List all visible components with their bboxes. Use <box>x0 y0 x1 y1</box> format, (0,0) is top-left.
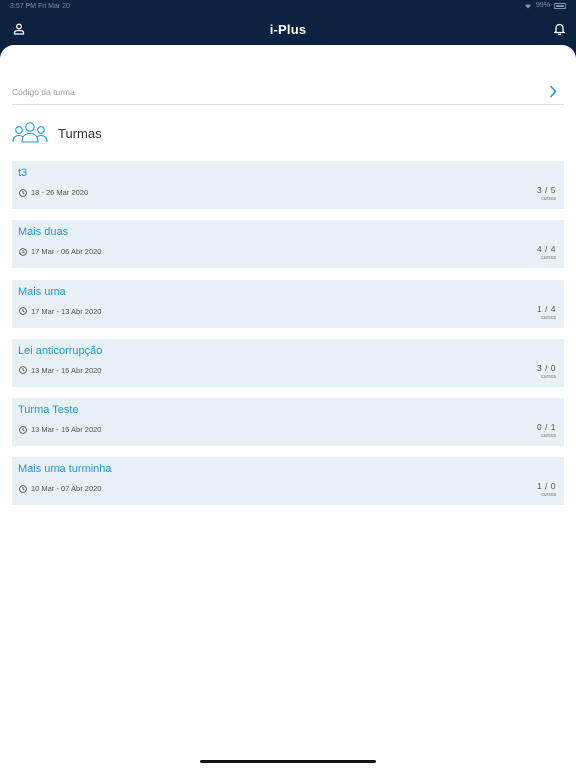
class-dates: 10 Mar - 07 Abr 2020 <box>19 484 101 493</box>
class-course-count: 0 / 1 <box>536 422 556 433</box>
submit-code-button[interactable] <box>546 83 560 99</box>
section-title: Turmas <box>58 125 102 141</box>
chevron-right-icon <box>549 84 557 98</box>
status-date: Fri Mar 20 <box>38 3 70 10</box>
notifications-button[interactable] <box>552 22 566 36</box>
class-dates-text: 17 Mar - 06 Abr 2020 <box>31 247 102 257</box>
class-dates: 17 Mar - 06 Abr 2020 <box>19 247 101 256</box>
class-dates: 17 Mar - 13 Abr 2020 <box>19 307 101 316</box>
class-course-count: 3 / 0 <box>536 362 556 373</box>
class-course-unit: cursos <box>541 433 556 440</box>
class-course-unit: cursos <box>541 255 556 262</box>
class-card[interactable]: t3 18 - 26 Mar 2020 3 / 5 cursos <box>12 161 564 209</box>
clock-icon <box>19 366 27 375</box>
class-card[interactable]: Turma Teste 13 Mar - 15 Abr 2020 0 / 1 c… <box>12 398 564 447</box>
class-course-unit: cursos <box>541 373 556 380</box>
class-card[interactable]: Mais duas 17 Mar - 06 Abr 2020 4 / 4 cur… <box>12 220 564 269</box>
wifi-icon <box>524 3 531 9</box>
class-name: Mais uma turminha <box>18 463 112 476</box>
clock-icon <box>19 307 27 315</box>
class-list: t3 18 - 26 Mar 2020 3 / 5 cursos Mais du… <box>12 161 564 517</box>
group-icon <box>12 122 48 143</box>
class-name: t3 <box>18 167 28 179</box>
class-course-count: 1 / 0 <box>536 481 556 492</box>
status-time-date: 3:57 PM Fri Mar 20 <box>10 3 70 10</box>
status-bar: 3:57 PM Fri Mar 20 99% <box>0 0 576 14</box>
class-course-count: 3 / 5 <box>536 185 556 195</box>
app-title: i-Plus <box>269 22 307 37</box>
battery-icon <box>554 2 566 9</box>
class-dates-text: 13 Mar - 15 Abr 2020 <box>31 365 102 375</box>
class-code-row <box>12 83 564 105</box>
class-name: Lei anticorrupção <box>18 344 103 357</box>
home-indicator[interactable] <box>200 760 376 763</box>
class-dates-text: 17 Mar - 13 Abr 2020 <box>31 306 102 316</box>
class-card[interactable]: Mais uma turminha 10 Mar - 07 Abr 2020 1… <box>12 457 564 506</box>
class-name: Turma Teste <box>18 404 79 417</box>
class-dates: 13 Mar - 15 Abr 2020 <box>19 425 101 434</box>
class-course-unit: cursos <box>541 314 556 321</box>
clock-icon <box>19 247 27 256</box>
class-card[interactable]: Mais uma 17 Mar - 13 Abr 2020 1 / 4 curs… <box>12 279 564 328</box>
class-course-count: 1 / 4 <box>536 303 556 314</box>
status-indicators: 99% <box>524 2 566 9</box>
class-dates: 18 - 26 Mar 2020 <box>19 188 88 197</box>
class-card[interactable]: Lei anticorrupção 13 Mar - 15 Abr 2020 3… <box>12 338 564 387</box>
section-header: Turmas <box>12 121 102 145</box>
nav-bar: i-Plus <box>0 14 576 48</box>
class-course-unit: cursos <box>541 492 556 499</box>
class-name: Mais duas <box>18 226 69 239</box>
class-course-count: 4 / 4 <box>536 244 556 255</box>
content-sheet: Turmas t3 18 - 26 Mar 2020 3 / 5 cursos … <box>0 45 576 768</box>
clock-icon <box>19 425 27 434</box>
bell-icon <box>553 23 565 35</box>
class-dates: 13 Mar - 15 Abr 2020 <box>19 366 101 375</box>
class-course-unit: cursos <box>541 196 556 202</box>
class-code-input[interactable] <box>12 87 532 97</box>
class-name: Mais uma <box>18 285 66 298</box>
clock-icon <box>19 188 27 197</box>
battery-percent: 99% <box>535 2 550 9</box>
class-dates-text: 13 Mar - 15 Abr 2020 <box>31 425 102 435</box>
clock-icon <box>19 485 27 493</box>
class-dates-text: 10 Mar - 07 Abr 2020 <box>31 484 102 494</box>
status-time: 3:57 PM <box>10 3 37 10</box>
class-dates-text: 18 - 26 Mar 2020 <box>31 188 89 197</box>
